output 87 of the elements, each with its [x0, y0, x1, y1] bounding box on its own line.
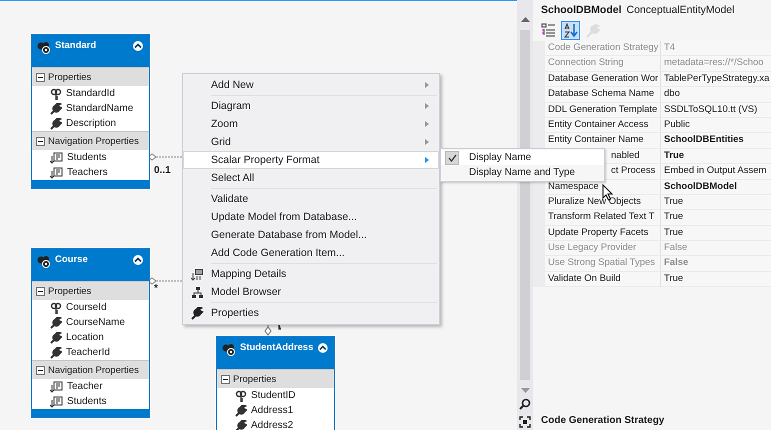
property-value[interactable]: True [661, 210, 771, 226]
collapse-icon[interactable] [36, 366, 45, 374]
menu-item[interactable]: Zoom [183, 115, 439, 133]
property-name[interactable]: Address2 [251, 420, 294, 430]
property-value[interactable]: True [661, 148, 771, 164]
wrench-icon [50, 332, 62, 344]
navigation-icon [50, 166, 63, 178]
wrench-icon [50, 102, 62, 114]
multiplicity-label: * [154, 283, 158, 294]
property-name[interactable]: StudentID [251, 390, 296, 401]
menu-item[interactable]: Grid [183, 133, 439, 151]
menu-item[interactable]: Add Code Generation Item... [183, 244, 439, 262]
description-title: Code Generation Strategy [541, 415, 664, 426]
fit-icon[interactable] [519, 416, 531, 428]
section-header[interactable]: Navigation Properties [32, 360, 149, 379]
property-name[interactable]: TeacherId [66, 347, 110, 358]
property-value[interactable]: True [661, 226, 771, 242]
property-name[interactable]: Address1 [251, 405, 294, 416]
property-name[interactable]: Location [66, 332, 104, 343]
property-name[interactable]: CourseId [66, 302, 107, 313]
hierarchy-icon [190, 286, 204, 298]
wrench-icon [235, 404, 247, 416]
menu-item[interactable]: Validate [183, 190, 439, 208]
wrench-icon [235, 420, 247, 430]
navigation-icon [50, 152, 63, 164]
section-header[interactable]: Properties [32, 281, 149, 300]
property-name[interactable]: Students [67, 152, 106, 163]
entity-icon [222, 343, 236, 356]
object-type: ConceptualEntityModel [626, 4, 734, 16]
section-header[interactable]: Properties [32, 67, 149, 86]
wrench-icon [50, 346, 62, 358]
collapse-icon[interactable] [221, 374, 230, 384]
collapse-icon[interactable] [36, 136, 45, 146]
property-name[interactable]: Description [66, 118, 116, 129]
multiplicity-label: 0..1 [154, 165, 171, 176]
section-header[interactable]: Navigation Properties [32, 131, 149, 150]
property-name[interactable]: StandardName [66, 103, 134, 114]
collapse-icon[interactable] [36, 286, 45, 296]
property-name[interactable]: Teacher [67, 381, 103, 392]
property-value[interactable]: True [661, 194, 771, 210]
property-value[interactable]: dbo [661, 87, 771, 103]
menu-item[interactable]: Model Browser [183, 283, 439, 301]
menu-item[interactable]: Scalar Property Format [183, 151, 439, 169]
menu-item[interactable]: Update Model from Database... [183, 208, 439, 226]
property-value[interactable]: TablePerTypeStrategy.xa [661, 72, 771, 88]
property-value[interactable]: Public [661, 118, 771, 134]
entity-title: Standard [55, 40, 96, 51]
menu-item[interactable]: Properties [183, 304, 439, 322]
menu-item[interactable]: Add New [183, 76, 439, 94]
collapse-icon[interactable] [132, 41, 144, 51]
toolbar-button[interactable] [561, 21, 580, 40]
entity-title: StudentAddress [240, 342, 314, 353]
collapse-icon[interactable] [132, 255, 144, 265]
property-value[interactable]: SchoolDBModel [661, 180, 771, 195]
entity-icon [37, 41, 51, 54]
navigation-icon [50, 396, 63, 408]
menu-item[interactable]: Generate Database from Model... [183, 226, 439, 244]
wrench-icon [585, 23, 600, 38]
wrench-icon [50, 118, 62, 130]
property-value[interactable]: Embed in Output Assem [661, 164, 771, 180]
menu-item[interactable]: Display Name and Type [441, 165, 604, 180]
wrench-icon [50, 316, 62, 328]
wrench-icon [190, 306, 204, 320]
menu-item[interactable]: Select All [183, 169, 439, 187]
collapse-icon[interactable] [317, 343, 329, 353]
collapse-icon[interactable] [36, 72, 45, 82]
property-name[interactable]: CourseName [66, 317, 125, 328]
property-value[interactable]: SSDLToSQL10.tt (VS) [661, 102, 771, 118]
entity-icon [37, 255, 51, 268]
mapping-icon [190, 268, 204, 280]
property-name[interactable]: Students [67, 396, 106, 407]
section-header[interactable]: Properties [217, 369, 334, 388]
menu-item[interactable]: Diagram [183, 97, 439, 115]
menu-item[interactable]: Display Name [441, 150, 604, 165]
property-name[interactable]: Teachers [67, 167, 108, 178]
sort-icon [563, 23, 578, 38]
property-value[interactable]: SchoolDBEntities [661, 133, 771, 149]
menu-item[interactable]: Mapping Details [183, 265, 439, 283]
categorized-icon [541, 23, 556, 38]
zoom-icon[interactable] [519, 398, 531, 410]
object-name: SchoolDBModel [541, 4, 622, 16]
entity-title: Course [55, 254, 88, 265]
property-value[interactable]: True [661, 272, 771, 288]
property-name[interactable]: StandardId [66, 88, 115, 99]
scroll-up-icon[interactable] [520, 16, 530, 22]
property-name[interactable]: ct Process [611, 164, 656, 178]
navigation-icon [50, 380, 63, 392]
